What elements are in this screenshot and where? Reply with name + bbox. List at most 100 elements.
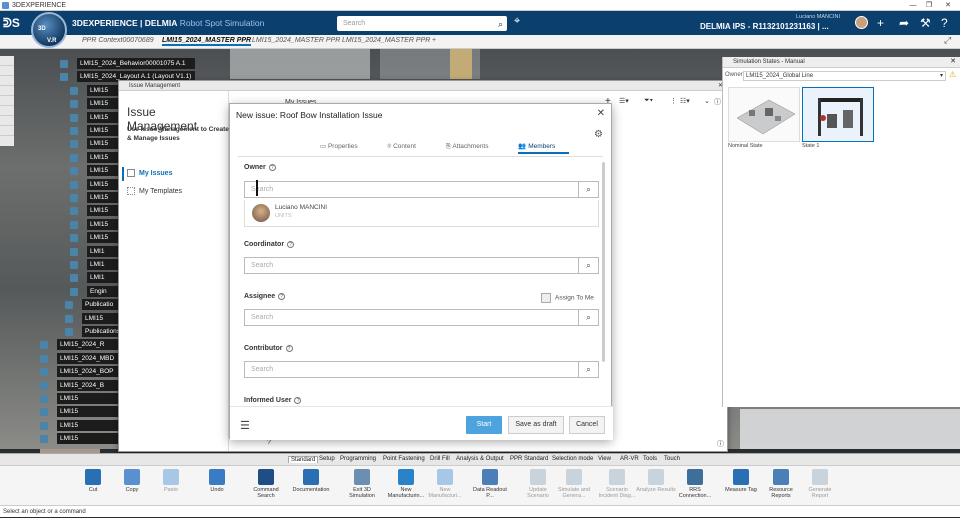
owner-select[interactable]: LMI15_2024_Global Line ▾ [743, 71, 946, 81]
tool-icon[interactable] [0, 106, 14, 116]
ribbon-command[interactable]: Copy [112, 468, 152, 493]
sidebar-item-my-issues[interactable]: My Issues [127, 169, 172, 177]
search-icon[interactable]: ⌕ [578, 362, 598, 377]
warning-icon[interactable]: ⚠ [949, 70, 956, 79]
ribbon-command[interactable]: Data Readout P... [470, 468, 510, 499]
ribbon-tab[interactable]: PPR Standard [510, 456, 548, 462]
assignee-search-input[interactable]: Search ⌕ [244, 309, 599, 326]
close-window-icon[interactable]: ✕ [940, 0, 956, 11]
state-thumbnail[interactable] [728, 87, 800, 142]
tab-members[interactable]: 👥 Members [518, 143, 570, 154]
checkbox-box[interactable] [541, 293, 551, 303]
tab-content[interactable]: ⌾ Content [387, 143, 430, 150]
panel-close-icon[interactable]: ✕ [950, 57, 956, 65]
minimize-icon[interactable]: — [905, 0, 921, 11]
ribbon-tab[interactable]: Touch [664, 456, 680, 462]
ribbon-command[interactable]: Command Search [246, 468, 286, 499]
context-label[interactable]: DELMIA IPS - R1132101231163 | ... [700, 22, 829, 31]
ribbon-tab[interactable]: Setup [319, 456, 335, 462]
ribbon-command[interactable]: Paste [151, 468, 191, 493]
ribbon-command[interactable]: Scenario Incident Diag... [597, 468, 637, 499]
restore-icon[interactable]: ❐ [921, 0, 937, 11]
sidebar-item-my-templates[interactable]: My Templates [127, 187, 182, 195]
tab-master-ppr-active[interactable]: LMI15_2024_MASTER PPR [162, 37, 252, 46]
help-icon[interactable]: ? [294, 397, 302, 404]
ribbon-command[interactable]: Undo [197, 468, 237, 493]
ribbon-tab[interactable]: Selection mode [552, 456, 593, 462]
list-view-icon[interactable]: ☷▾ [680, 97, 690, 105]
help-icon[interactable]: ? [285, 345, 293, 352]
fullscreen-icon[interactable]: ⤢ [944, 35, 951, 46]
search-icon[interactable]: ⌕ [578, 258, 598, 273]
ribbon-tab[interactable]: AR-VR [620, 456, 639, 462]
tab-master-ppr-2[interactable]: LMI15_2024_MASTER PPR [252, 37, 340, 44]
avatar[interactable] [855, 16, 868, 29]
owner-suggestion[interactable]: Luciano MANCINI UNITS [244, 200, 599, 227]
ribbon-tab[interactable]: Tools [643, 456, 657, 462]
close-icon[interactable]: ✕ [597, 108, 605, 119]
new-tab-icon[interactable]: + [432, 37, 436, 44]
ribbon-command[interactable]: Exit 3D Simulation [342, 468, 382, 499]
ribbon-command[interactable]: Documentation [291, 468, 331, 493]
state-thumbnail[interactable] [802, 87, 874, 142]
ribbon-command[interactable]: Resource Reports [761, 468, 801, 499]
contributor-search-input[interactable]: Search ⌕ [244, 361, 599, 378]
cancel-button[interactable]: Cancel [569, 416, 605, 434]
start-button[interactable]: Start [466, 416, 502, 434]
add-icon[interactable]: + [877, 16, 884, 30]
apps-icon[interactable]: ⚒ [920, 16, 931, 30]
coordinator-search-input[interactable]: Search ⌕ [244, 257, 599, 274]
search-icon[interactable]: ⌕ [498, 17, 503, 32]
menu-icon[interactable]: ☰ [240, 419, 250, 432]
search-icon[interactable]: ⌕ [578, 182, 598, 197]
ribbon-tab[interactable]: Standard [288, 456, 319, 463]
ribbon-command[interactable]: Generate Report [800, 468, 840, 499]
save-draft-button[interactable]: Save as draft [508, 416, 564, 434]
help-icon[interactable]: ? [267, 439, 271, 446]
search-icon[interactable]: ⌕ [578, 310, 598, 325]
ribbon-command[interactable]: Measure Tag [721, 468, 761, 493]
gear-icon[interactable]: ⚙ [594, 129, 603, 140]
ribbon-tab[interactable]: Point Fastening [383, 456, 425, 462]
ribbon-command[interactable]: Analyze Results [636, 468, 676, 493]
info-icon[interactable]: ⓘ [717, 439, 724, 449]
tab-attachments[interactable]: ⎘ Attachments [446, 143, 503, 150]
tool-icon[interactable] [0, 116, 14, 126]
tab-ppr-context[interactable]: PPR Context00070689 [82, 37, 154, 44]
help-icon[interactable]: ? [268, 164, 276, 171]
view-options-icon[interactable]: ☰▾ [619, 97, 629, 105]
help-icon[interactable]: ? [278, 293, 286, 300]
tool-icon[interactable] [0, 66, 14, 76]
tab-properties[interactable]: ▭ Properties [320, 143, 372, 150]
share-icon[interactable]: ➦ [899, 16, 909, 30]
ribbon-command[interactable]: Simulate and Genera... [554, 468, 594, 499]
tool-icon[interactable] [0, 76, 14, 86]
tool-icon[interactable] [0, 86, 14, 96]
ribbon-tab[interactable]: Programming [340, 456, 376, 462]
tool-icon[interactable] [0, 126, 14, 136]
ribbon-command[interactable]: New Manufacturin... [386, 468, 426, 499]
compass-icon[interactable]: 3D V.R [31, 12, 67, 48]
scrollbar[interactable] [602, 162, 605, 362]
help-icon[interactable]: ? [287, 241, 295, 248]
tab-master-ppr-3[interactable]: LMI15_2024_MASTER PPR [342, 37, 430, 44]
owner-search-input[interactable]: Search ⌕ [244, 181, 599, 198]
more-icon[interactable]: ⋮ [670, 97, 677, 105]
ribbon-command[interactable]: Update Scenario [518, 468, 558, 499]
collapse-icon[interactable]: ⌄ [704, 97, 710, 105]
tool-icon[interactable] [0, 96, 14, 106]
left-toolbar[interactable] [0, 56, 14, 146]
tool-icon[interactable] [0, 56, 14, 66]
3ds-logo-icon[interactable]: ᕲS [3, 16, 20, 31]
filter-icon[interactable]: ⏷▾ [644, 97, 653, 105]
ribbon-command[interactable]: New Manufacturi... [425, 468, 465, 499]
ribbon-tab[interactable]: Drill Fill [430, 456, 450, 462]
ribbon-tab[interactable]: Analysis & Output [456, 456, 504, 462]
tree-item[interactable]: LMI15_2024_Behavior00001075 A.1 [77, 58, 195, 69]
tag-icon[interactable]: ⌖ [514, 15, 520, 28]
ribbon-command[interactable]: RRS Connection... [675, 468, 715, 499]
assign-to-me-checkbox[interactable]: Assign To Me [541, 293, 594, 303]
panel-titlebar[interactable]: Issue Management ✕ [119, 81, 727, 91]
help-icon[interactable]: ? [941, 16, 948, 30]
search-input[interactable]: Search ⌕ [337, 16, 507, 31]
